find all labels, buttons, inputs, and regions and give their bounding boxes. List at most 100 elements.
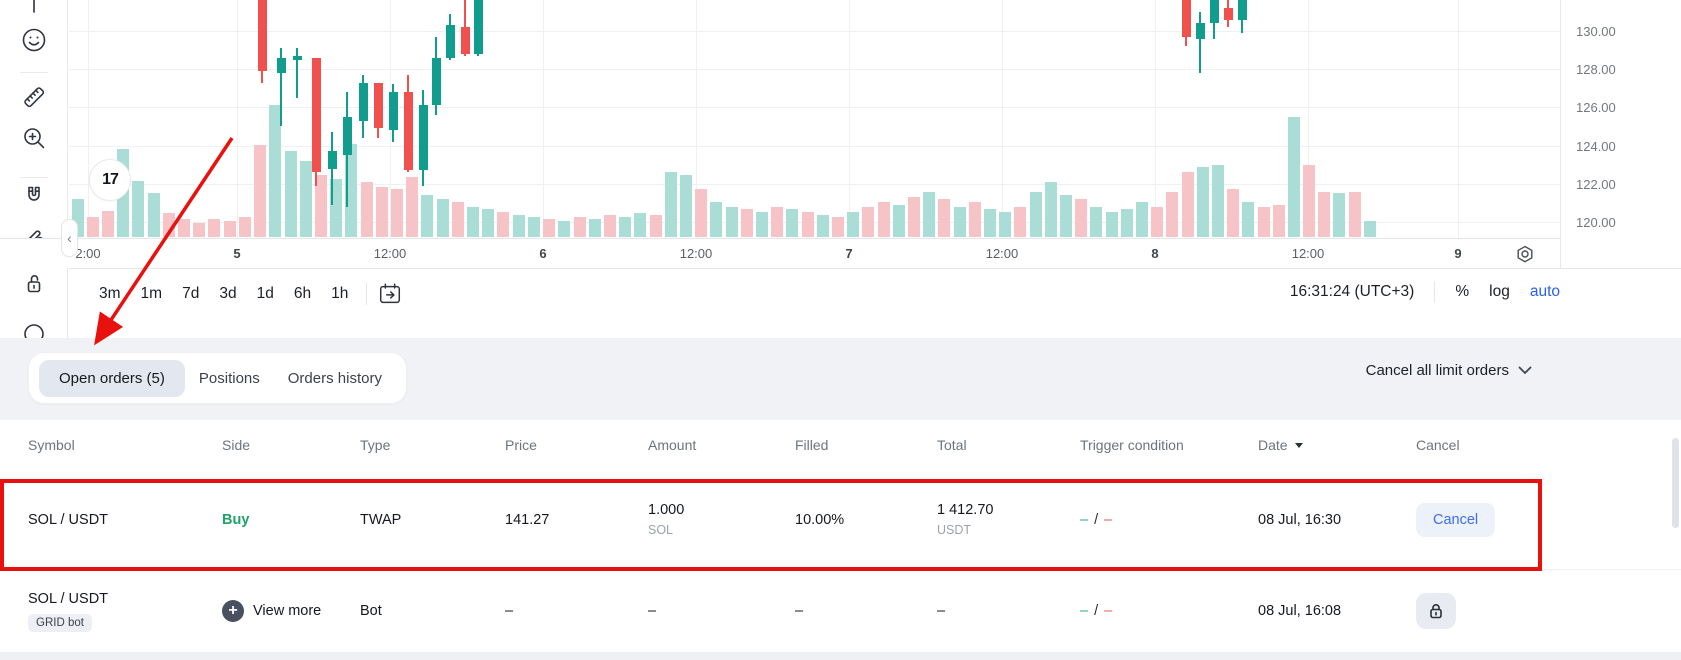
chart-plot[interactable]: 17 — [69, 0, 1560, 238]
volume-bar — [1197, 167, 1209, 237]
candle — [389, 92, 398, 130]
candle — [474, 0, 483, 54]
total-unit: USDT — [937, 523, 1080, 537]
header-side[interactable]: Side — [222, 437, 360, 453]
total-main: 1 412.70 — [937, 502, 1080, 518]
header-date[interactable]: Date — [1258, 437, 1416, 453]
vertical-scrollbar[interactable] — [1672, 438, 1679, 528]
candle — [1182, 0, 1191, 37]
volume-bar — [543, 219, 555, 237]
volume-bar — [132, 181, 144, 237]
view-more-button[interactable]: +View more — [222, 600, 360, 622]
volume-bar — [558, 221, 570, 237]
axis-settings-icon[interactable] — [1516, 245, 1534, 263]
timeframe-button-6h[interactable]: 6h — [284, 278, 321, 310]
cancel-all-limit-orders[interactable]: Cancel all limit orders — [1366, 362, 1532, 379]
amount-unit: SOL — [648, 523, 795, 537]
cancel-order-button[interactable]: Cancel — [1416, 503, 1495, 537]
volume-bar — [437, 199, 449, 237]
volume-bar — [467, 207, 479, 237]
volume-bar — [878, 202, 890, 237]
volume-bar — [741, 209, 753, 237]
header-trigger-condition[interactable]: Trigger condition — [1080, 437, 1258, 453]
auto-scale-button[interactable]: auto — [1530, 283, 1560, 301]
timeframe-group: 3m1m7d3d1d6h1h — [89, 278, 405, 310]
candle — [1196, 23, 1205, 38]
candle — [359, 83, 368, 121]
price-axis[interactable]: 130.00128.00126.00124.00122.00120.00 — [1560, 0, 1681, 268]
volume-bar — [1075, 199, 1087, 237]
header-label: Side — [222, 437, 250, 453]
timeframe-button-3m[interactable]: 3m — [89, 278, 131, 310]
trading-app-screen: ‹ 17 130.00128.00126.00124.00122.00120.0… — [0, 0, 1681, 660]
volume-bar — [650, 215, 662, 237]
orders-table-header: Symbol Side TypePriceAmountFilledTotalTrig… — [0, 420, 1681, 470]
volume-bar — [1212, 165, 1224, 237]
v-gridline — [1155, 0, 1156, 238]
tradingview-logo[interactable]: 17 — [89, 159, 131, 201]
header-type[interactable]: Type — [360, 437, 505, 453]
header-label: Date — [1258, 437, 1288, 453]
header-symbol[interactable]: Symbol — [28, 437, 222, 453]
orders-table-body: SOL / USDTBuyTWAP141.271.000SOL10.00%1 4… — [0, 470, 1681, 652]
volume-bar — [148, 193, 160, 237]
toolbar-collapse-handle[interactable]: ‹ — [61, 219, 78, 257]
order-row[interactable]: SOL / USDTGRID bot+View moreBot––––– / –… — [0, 569, 1681, 652]
magnet-icon[interactable] — [20, 182, 48, 210]
drawing-toolbar — [0, 0, 68, 338]
header-filled[interactable]: Filled — [795, 437, 937, 453]
tab-positions[interactable]: Positions — [185, 360, 274, 397]
volume-bar — [1258, 207, 1270, 237]
tab-orders-history[interactable]: Orders history — [274, 360, 396, 397]
date-range-icon[interactable] — [375, 279, 405, 309]
candle — [1210, 0, 1219, 23]
timeframe-button-1d[interactable]: 1d — [247, 278, 284, 310]
zoom-in-icon[interactable] — [20, 124, 48, 152]
volume-bar — [1288, 117, 1300, 237]
volume-bar — [908, 197, 920, 237]
volume-bar — [87, 217, 99, 237]
price-tick-label: 122.00 — [1576, 177, 1616, 192]
cell-side: +View more — [222, 600, 360, 622]
candle — [258, 0, 267, 71]
lock-button[interactable] — [1416, 593, 1456, 629]
volume-bar — [1349, 192, 1361, 237]
volume-bar — [862, 207, 874, 237]
header-price[interactable]: Price — [505, 437, 648, 453]
header-total[interactable]: Total — [937, 437, 1080, 453]
log-scale-button[interactable]: log — [1489, 283, 1510, 301]
trigger-right-value: – — [1104, 603, 1112, 619]
timeframe-button-7d[interactable]: 7d — [172, 278, 209, 310]
percent-scale-button[interactable]: % — [1455, 283, 1469, 301]
volume-bar — [300, 161, 312, 237]
time-axis[interactable]: 2:00512:00612:00712:00812:009 — [0, 238, 1560, 268]
tab-open-orders-5-[interactable]: Open orders (5) — [39, 360, 185, 397]
amount-main: 1.000 — [648, 502, 795, 518]
timeframe-button-1m[interactable]: 1m — [131, 278, 173, 310]
lock-open-icon[interactable] — [20, 269, 48, 297]
cell-filled: – — [795, 603, 937, 619]
volume-bar — [1273, 205, 1285, 237]
volume-bar — [604, 215, 616, 237]
timeframe-button-1h[interactable]: 1h — [321, 278, 358, 310]
amount-main: – — [648, 603, 795, 619]
cell-trigger-condition: – / – — [1080, 603, 1258, 619]
cell-date: 08 Jul, 16:08 — [1258, 603, 1416, 619]
time-tick-label: 12:00 — [1292, 246, 1325, 261]
volume-bar — [376, 187, 388, 237]
header-cancel[interactable]: Cancel — [1416, 437, 1681, 453]
line-tool-partial-icon[interactable] — [20, 0, 48, 20]
v-gridline — [237, 0, 238, 238]
price-tick-label: 126.00 — [1576, 100, 1616, 115]
ruler-icon[interactable] — [20, 83, 48, 111]
header-label: Symbol — [28, 437, 75, 453]
volume-bar — [574, 217, 586, 237]
volume-bar — [954, 207, 966, 237]
volume-bar — [1182, 172, 1194, 237]
emoji-icon[interactable] — [20, 26, 48, 54]
header-amount[interactable]: Amount — [648, 437, 795, 453]
volume-bar — [208, 219, 220, 237]
volume-bar — [102, 211, 114, 237]
timeframe-button-3d[interactable]: 3d — [209, 278, 246, 310]
order-row[interactable]: SOL / USDTBuyTWAP141.271.000SOL10.00%1 4… — [0, 470, 1681, 569]
